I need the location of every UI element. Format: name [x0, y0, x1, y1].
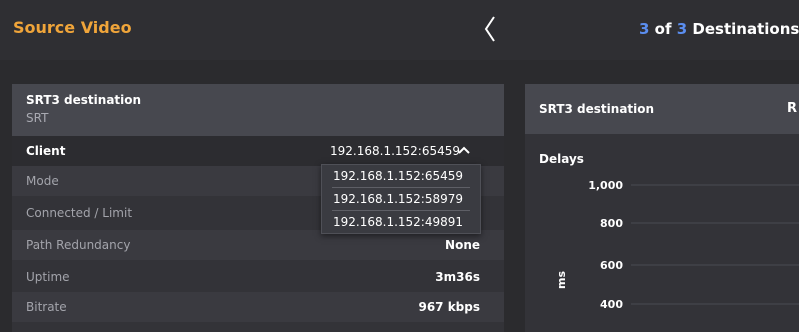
- uptime-label: Uptime: [26, 270, 70, 284]
- bitrate-row: Bitrate 967 kbps: [12, 292, 504, 322]
- uptime-row: Uptime 3m36s: [12, 262, 504, 292]
- connected-limit-label: Connected / Limit: [26, 206, 133, 220]
- delays-chart: 1,000 800 600 400: [588, 179, 799, 311]
- destination-stats-card: SRT3 destination R Delays ms 1,000 800 600…: [525, 84, 799, 332]
- card-title: SRT3 destination: [26, 93, 142, 107]
- caret-up-icon[interactable]: [458, 145, 470, 155]
- card-header: SRT3 destination SRT: [12, 84, 504, 136]
- client-row[interactable]: Client 192.168.1.152:65459: [12, 136, 504, 166]
- stats-card-title: SRT3 destination: [539, 102, 655, 116]
- y-tick-label: 1,000: [588, 179, 623, 192]
- page-title: Source Video: [13, 18, 132, 37]
- bitrate-label: Bitrate: [26, 300, 67, 314]
- client-option[interactable]: 192.168.1.152:58979: [322, 188, 480, 210]
- truncated-header-text: R: [787, 101, 798, 116]
- bitrate-value: 967 kbps: [418, 300, 480, 314]
- destinations-label: Destinations: [692, 20, 799, 38]
- client-label: Client: [26, 144, 66, 158]
- path-redundancy-value: None: [445, 238, 480, 252]
- destinations-of: of: [654, 20, 672, 38]
- chevron-left-icon[interactable]: [480, 14, 502, 44]
- client-option[interactable]: 192.168.1.152:65459: [322, 165, 480, 187]
- path-redundancy-row: Path Redundancy None: [12, 230, 504, 260]
- client-select-value[interactable]: 192.168.1.152:65459: [330, 144, 460, 158]
- client-dropdown-menu: 192.168.1.152:65459 192.168.1.152:58979 …: [321, 164, 481, 234]
- stats-card-header: SRT3 destination R: [525, 84, 799, 134]
- destinations-total: 3: [676, 20, 688, 38]
- path-redundancy-label: Path Redundancy: [26, 238, 131, 252]
- y-tick-label: 600: [600, 259, 623, 272]
- mode-label: Mode: [26, 174, 59, 188]
- client-option[interactable]: 192.168.1.152:49891: [322, 211, 480, 233]
- top-bar: Source Video 3 of 3 Destinations: [0, 0, 799, 60]
- chart-title: Delays: [539, 152, 584, 166]
- destinations-current: 3: [639, 20, 650, 38]
- destinations-counter: 3 of 3 Destinations: [639, 20, 799, 38]
- card-subtitle: SRT: [26, 111, 49, 125]
- y-tick-label: 800: [600, 217, 623, 230]
- y-tick-label: 400: [600, 298, 623, 311]
- uptime-value: 3m36s: [435, 270, 480, 284]
